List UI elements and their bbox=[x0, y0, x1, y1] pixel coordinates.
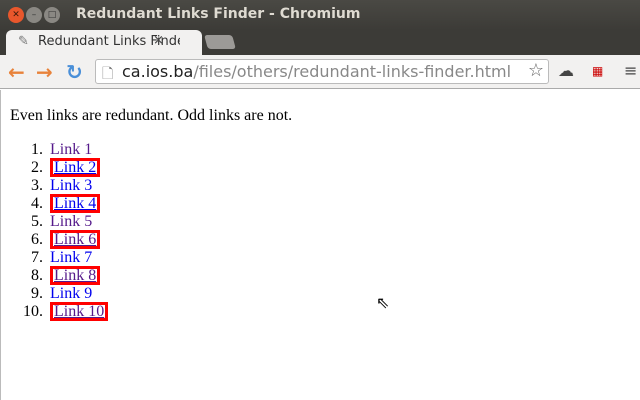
list-item: 8. Link 8 bbox=[10, 266, 108, 285]
list-item: 6. Link 6 bbox=[10, 230, 108, 249]
toolbar: ← → ↻ 🗋 ca.ios.ba/files/others/redundant… bbox=[0, 55, 640, 89]
extension-icon[interactable]: ▦ bbox=[592, 64, 603, 78]
list-number: 6. bbox=[31, 231, 43, 248]
intro-text: Even links are redundant. Odd links are … bbox=[10, 107, 293, 124]
list-number: 5. bbox=[31, 213, 43, 230]
menu-icon[interactable]: ≡ bbox=[624, 61, 637, 80]
page-content: Even links are redundant. Odd links are … bbox=[0, 90, 640, 400]
list-item: 3. Link 3 bbox=[10, 177, 108, 195]
mouse-cursor-icon: ⇖ bbox=[376, 295, 390, 312]
list-item: 2. Link 2 bbox=[10, 158, 108, 177]
redundant-link[interactable]: Link 10 bbox=[50, 302, 109, 321]
url-host: ca.ios.ba bbox=[122, 62, 194, 81]
link[interactable]: Link 7 bbox=[50, 249, 92, 266]
reload-icon[interactable]: ↻ bbox=[66, 60, 83, 84]
list-number: 8. bbox=[31, 267, 43, 284]
redundant-link[interactable]: Link 4 bbox=[50, 194, 101, 213]
list-item: 1. Link 1 bbox=[10, 141, 108, 159]
list-number: 1. bbox=[31, 141, 43, 158]
redundant-link[interactable]: Link 2 bbox=[50, 158, 101, 177]
back-icon[interactable]: ← bbox=[8, 60, 25, 84]
link[interactable]: Link 3 bbox=[50, 177, 92, 194]
list-item: 4. Link 4 bbox=[10, 194, 108, 213]
address-bar[interactable]: 🗋 ca.ios.ba/files/others/redundant-links… bbox=[95, 59, 549, 84]
redundant-link[interactable]: Link 6 bbox=[50, 230, 101, 249]
close-window-button[interactable]: ✕ bbox=[8, 7, 24, 23]
favicon-icon: ✎ bbox=[18, 34, 29, 49]
tab-close-icon[interactable]: × bbox=[153, 33, 164, 48]
redundant-link[interactable]: Link 8 bbox=[50, 266, 101, 285]
window-title: Redundant Links Finder - Chromium bbox=[76, 6, 361, 22]
title-bar: ✕ – □ Redundant Links Finder - Chromium bbox=[0, 0, 640, 30]
list-number: 4. bbox=[31, 195, 43, 212]
cloud-icon[interactable]: ☁ bbox=[558, 61, 574, 80]
tab-strip: ✎ Redundant Links Finder × bbox=[0, 30, 640, 56]
list-number: 3. bbox=[31, 177, 43, 194]
list-item: 5. Link 5 bbox=[10, 213, 108, 231]
list-number: 9. bbox=[31, 285, 43, 302]
bookmark-star-icon[interactable]: ☆ bbox=[528, 60, 544, 81]
page-icon: 🗋 bbox=[102, 66, 114, 82]
list-item: 9. Link 9 bbox=[10, 285, 108, 303]
minimize-window-button[interactable]: – bbox=[26, 7, 42, 23]
tab-active[interactable]: ✎ Redundant Links Finder × bbox=[6, 30, 202, 56]
list-number: 7. bbox=[31, 249, 43, 266]
link[interactable]: Link 9 bbox=[50, 285, 92, 302]
maximize-window-button[interactable]: □ bbox=[44, 7, 60, 23]
url-path: /files/others/redundant-links-finder.htm… bbox=[193, 62, 512, 81]
list-item: 10. Link 10 bbox=[10, 302, 109, 321]
list-number: 2. bbox=[31, 159, 43, 176]
list-item: 7. Link 7 bbox=[10, 249, 108, 267]
list-number: 10. bbox=[23, 303, 43, 320]
link[interactable]: Link 1 bbox=[50, 141, 92, 158]
link[interactable]: Link 5 bbox=[50, 213, 92, 230]
new-tab-button[interactable] bbox=[204, 35, 236, 49]
link-list: 1. Link 1 2. Link 2 3. Link 3 4. Link 4 5. Link 5… bbox=[10, 141, 109, 321]
forward-icon[interactable]: → bbox=[36, 60, 53, 84]
